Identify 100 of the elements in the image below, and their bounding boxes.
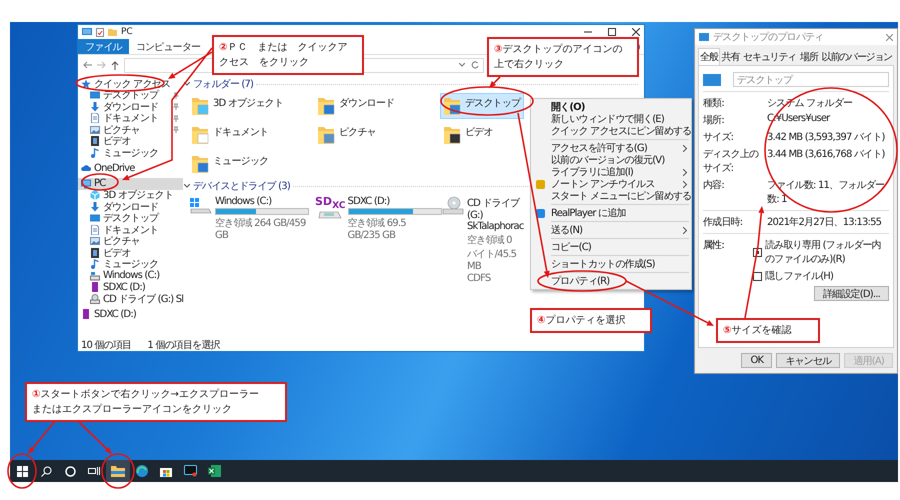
menu-item[interactable]: アクセスを許可する(G) xyxy=(531,142,691,154)
status-text: 10 個の項目 xyxy=(81,339,132,352)
film-icon xyxy=(90,136,100,146)
star-icon xyxy=(81,78,91,89)
property-label: 属性: xyxy=(703,238,725,252)
folder-item[interactable]: ピクチャ xyxy=(314,122,440,148)
nav-item[interactable]: ダウンロード xyxy=(78,101,184,112)
back-arrow-icon[interactable] xyxy=(83,61,92,69)
circle-icon xyxy=(64,466,76,476)
menu-item[interactable]: 送る(N) xyxy=(531,224,691,236)
dialog-button[interactable]: OK xyxy=(741,353,772,368)
menu-item[interactable]: スタート メニューにピン留めする xyxy=(531,190,691,202)
nav-item[interactable]: PC xyxy=(78,178,184,190)
menu-item[interactable]: 開く(O) xyxy=(531,101,691,113)
disc-drive-icon xyxy=(441,196,465,216)
dialog-tab[interactable]: セキュリティ xyxy=(741,48,798,65)
checkbox-label: 隠しファイル(H) xyxy=(765,270,834,283)
chevron-down-icon xyxy=(459,63,465,67)
nav-item[interactable]: デスクトップ xyxy=(78,212,184,224)
desktop-icon xyxy=(90,90,100,100)
checkbox-label: 読み取り専用 (フォルダー内のファイルのみ)(R) xyxy=(765,238,882,266)
callout-text: ④プロパティを選択 xyxy=(537,314,626,328)
checkbox[interactable] xyxy=(753,272,762,280)
folder-icon xyxy=(317,96,335,116)
nav-item[interactable]: ビデオ xyxy=(78,136,184,147)
chevron-down-icon[interactable] xyxy=(184,82,190,86)
nav-item[interactable]: SDXC (D:) xyxy=(78,308,184,320)
drive-name[interactable]: Windows (C:) xyxy=(215,196,313,207)
nav-item[interactable]: Windows (C:) xyxy=(78,270,184,282)
menu-item[interactable]: プロパティ(R) xyxy=(531,275,691,287)
spreadsheet-icon xyxy=(208,465,220,477)
folder-item[interactable]: ダウンロード xyxy=(314,93,440,119)
nav-item[interactable]: SDXC (D:) xyxy=(78,282,184,293)
advanced-button[interactable]: 詳細設定(D)... xyxy=(814,286,889,301)
nav-item[interactable]: ドキュメント xyxy=(78,224,184,236)
desktop-icon xyxy=(703,74,721,86)
drive-name[interactable]: CD ドライブ (G:) SkTalaphorac xyxy=(467,196,523,232)
shopping-bag-icon xyxy=(160,465,172,477)
swirl-icon xyxy=(136,465,148,477)
windows-logo-icon xyxy=(16,466,28,476)
nav-item[interactable]: OneDrive xyxy=(78,162,184,174)
nav-item[interactable]: 3D オブジェクト xyxy=(78,190,184,201)
name-field[interactable]: デスクトップ xyxy=(733,72,889,87)
maximize-icon[interactable] xyxy=(608,28,616,36)
drive-icon xyxy=(90,270,100,281)
section-header: フォルダー (7) xyxy=(193,78,254,91)
menu-item[interactable]: ショートカットの作成(S) xyxy=(531,258,691,270)
nav-item[interactable]: ダウンロード xyxy=(78,201,184,212)
nav-item[interactable]: ドキュメント xyxy=(78,112,184,124)
close-icon[interactable] xyxy=(632,28,640,36)
menu-item[interactable]: 新しいウィンドウで開く(E) xyxy=(531,113,691,125)
menu-item[interactable]: RealPlayer に追加 xyxy=(531,207,691,219)
nav-item[interactable]: ミュージック xyxy=(78,258,184,270)
dialog-tab[interactable]: 以前のバージョン xyxy=(820,48,894,65)
drive-name[interactable]: SDXC (D:) xyxy=(348,196,439,207)
nav-item[interactable]: ミュージック xyxy=(78,147,184,158)
folder-item[interactable]: デスクトップ xyxy=(440,93,524,119)
nav-item[interactable]: ピクチャ xyxy=(78,236,184,247)
folder-icon xyxy=(191,125,209,145)
folder-item[interactable]: ビデオ xyxy=(440,122,524,148)
ribbon-tab[interactable]: ファイル xyxy=(78,39,129,54)
ribbon-tab[interactable]: コンピューター xyxy=(128,39,208,54)
file-system-text: CDFS xyxy=(467,273,492,284)
monitor-icon xyxy=(82,28,92,36)
search-icon xyxy=(40,466,52,476)
free-space-text: 空き領域 0 バイト/45.5 MB xyxy=(467,234,518,272)
up-arrow-icon[interactable] xyxy=(111,60,119,70)
property-value: 3.44 MB (3,616,768 バイト) xyxy=(767,148,885,162)
nav-item[interactable]: ビデオ xyxy=(78,247,184,258)
sd-card-icon xyxy=(81,309,91,320)
download-arrow-icon xyxy=(90,202,100,212)
sd-card-icon xyxy=(90,282,100,292)
folder-item[interactable]: ミュージック xyxy=(188,151,314,177)
nav-item[interactable]: デスクトップ xyxy=(78,90,184,101)
dialog-tab[interactable]: 共有 xyxy=(720,48,742,65)
file-explorer-button[interactable] xyxy=(106,460,130,482)
callout-text: ①スタートボタンで右クリック→エクスプローラー またはエクスプローラーアイコンをクリック xyxy=(32,388,260,417)
window-title: PC xyxy=(121,27,133,37)
chevron-down-icon[interactable] xyxy=(184,184,190,188)
nav-item[interactable]: ピクチャ xyxy=(78,124,184,136)
menu-item[interactable]: ライブラリに追加(I) xyxy=(531,166,691,178)
dialog-tab[interactable]: 全般 xyxy=(698,48,720,65)
dialog-button[interactable]: キャンセル xyxy=(776,353,840,368)
picture-icon xyxy=(90,236,100,246)
folder-item[interactable]: 3D オブジェクト xyxy=(188,93,314,119)
menu-item[interactable]: 以前のバージョンの復元(V) xyxy=(531,154,691,166)
dialog-tab[interactable]: 場所 xyxy=(798,48,820,65)
folder-item[interactable]: ドキュメント xyxy=(188,122,314,148)
task-view-icon xyxy=(88,466,100,476)
property-label: ディスク上のサイズ: xyxy=(703,148,760,175)
properties-icon[interactable] xyxy=(96,28,104,36)
folder-icon xyxy=(317,125,335,145)
callout-text: ⑤サイズを確認 xyxy=(723,324,792,338)
property-value: 3.42 MB (3,593,397 バイト) xyxy=(767,131,885,144)
nav-item[interactable]: CD ドライブ (G:) Sl xyxy=(78,293,184,304)
film-icon xyxy=(90,248,100,258)
cloud-icon xyxy=(81,163,91,174)
menu-item[interactable]: コピー(C) xyxy=(531,241,691,253)
menu-item[interactable]: クイック アクセスにピン留めする xyxy=(531,125,691,137)
menu-item[interactable]: ノートン アンチウイルス xyxy=(531,178,691,190)
